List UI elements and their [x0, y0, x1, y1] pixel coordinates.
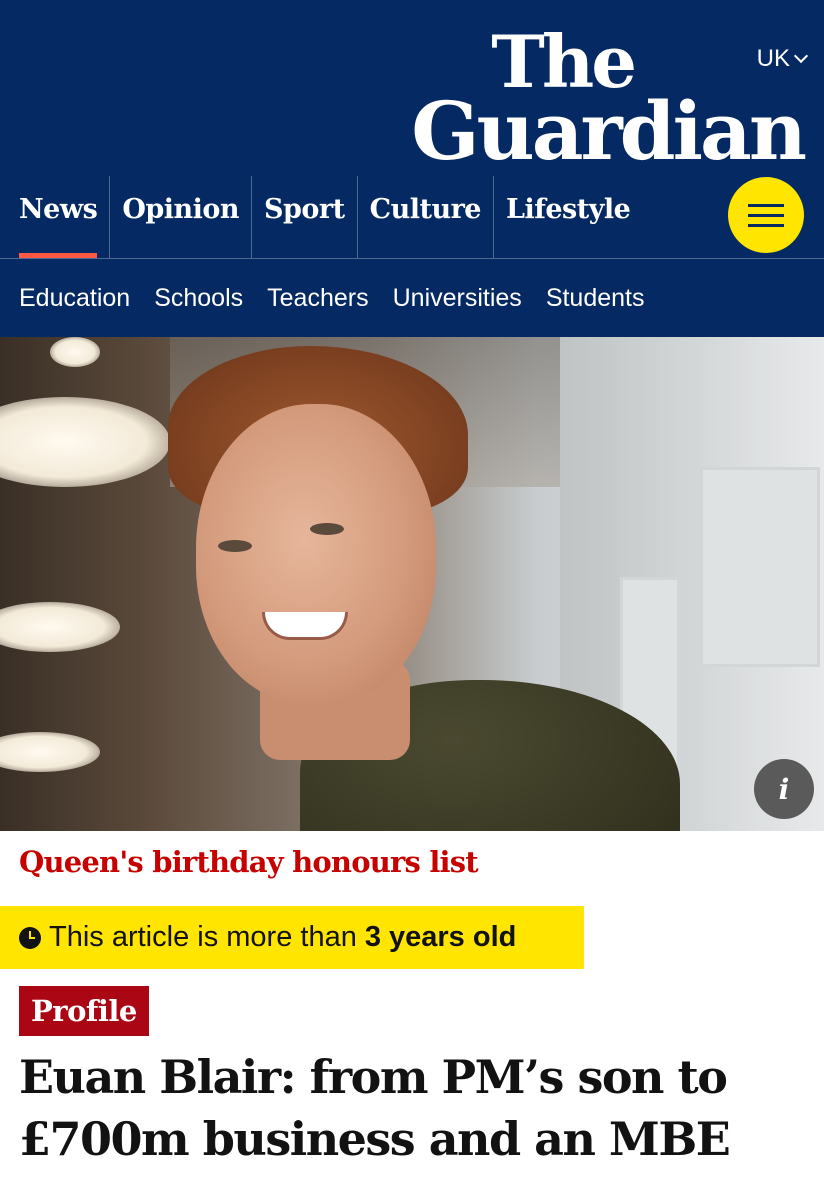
hero-image: i — [0, 337, 824, 831]
pillar-news[interactable]: News — [0, 176, 111, 258]
wall-frame — [700, 467, 820, 667]
pillar-sport[interactable]: Sport — [252, 176, 358, 258]
person-face — [196, 404, 436, 704]
subnav: Education Schools Teachers Universities … — [19, 284, 645, 313]
image-info-button[interactable]: i — [754, 759, 814, 819]
lamp — [0, 602, 120, 652]
subnav-schools[interactable]: Schools — [154, 284, 243, 313]
site-header: The Guardian UK News Opinion Sport Cultu… — [0, 0, 824, 337]
edition-label: UK — [756, 45, 790, 72]
guardian-logo[interactable]: The Guardian — [411, 26, 807, 178]
pillar-label: Lifestyle — [505, 194, 631, 225]
hamburger-icon — [748, 213, 784, 217]
hamburger-icon — [748, 223, 784, 227]
pillar-label: News — [19, 194, 98, 225]
logo-line-2: Guardian — [411, 84, 807, 178]
age-notice-value: 3 years old — [364, 921, 517, 953]
pillar-label: Sport — [264, 194, 345, 225]
pillar-label: Culture — [369, 194, 482, 225]
subnav-education[interactable]: Education — [19, 284, 130, 313]
article-kicker: Profile — [19, 986, 149, 1036]
subnav-universities[interactable]: Universities — [393, 284, 522, 313]
chevron-down-icon — [793, 48, 809, 64]
info-icon: i — [778, 772, 790, 806]
article-age-notice: This article is more than 3 years old — [0, 906, 584, 969]
pillar-lifestyle[interactable]: Lifestyle — [494, 176, 642, 258]
nav-divider — [0, 258, 824, 259]
lamp — [0, 397, 170, 487]
edition-selector[interactable]: UK — [756, 45, 809, 73]
age-notice-prefix: This article is more than — [49, 921, 357, 953]
subnav-teachers[interactable]: Teachers — [267, 284, 368, 313]
series-link[interactable]: Queen's birthday honours list — [19, 845, 479, 879]
lamp — [0, 732, 100, 772]
article-headline: Euan Blair: from PM’s son to £700m busin… — [19, 1050, 731, 1166]
pillar-label: Opinion — [122, 194, 239, 225]
person-eye — [310, 523, 344, 535]
pillar-nav: News Opinion Sport Culture Lifestyle — [0, 176, 642, 258]
menu-button[interactable] — [728, 177, 804, 253]
person-eye — [218, 540, 252, 552]
subnav-students[interactable]: Students — [546, 284, 645, 313]
pillar-culture[interactable]: Culture — [358, 176, 494, 258]
pillar-opinion[interactable]: Opinion — [110, 176, 252, 258]
lamp — [50, 337, 100, 367]
clock-icon — [19, 926, 41, 949]
hamburger-icon — [748, 203, 784, 207]
